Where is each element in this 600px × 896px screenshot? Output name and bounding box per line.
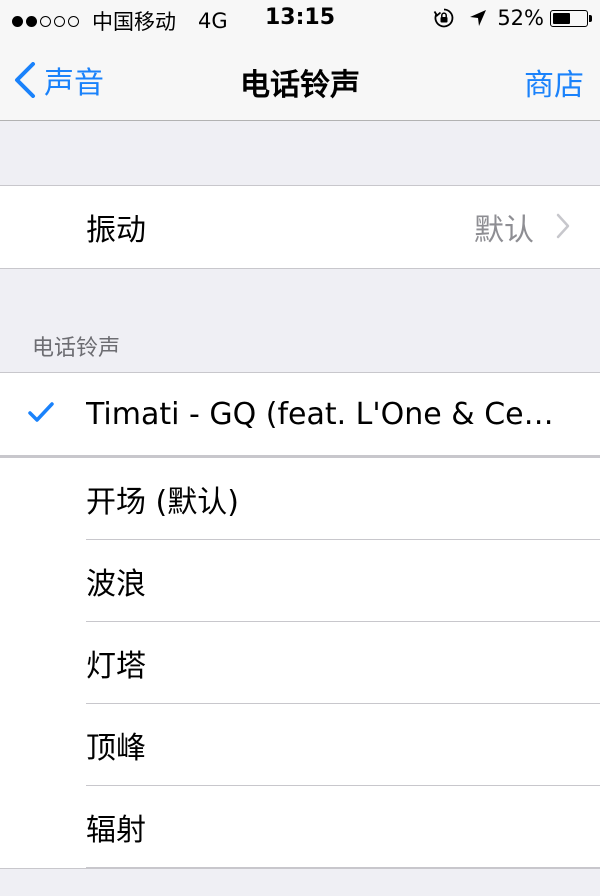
vibration-row[interactable]: 振动 默认 xyxy=(0,186,600,268)
vibration-value: 默认 xyxy=(474,213,534,248)
ringtone-label: 开场 (默认) xyxy=(86,485,239,520)
selected-ringtone-row[interactable]: Timati - GQ (feat. L'One & Серг... xyxy=(0,373,600,455)
header: 中国移动 4G 13:15 52% 声音 电话铃声 商店 xyxy=(0,0,600,121)
ringtone-label: 灯塔 xyxy=(86,649,146,684)
vibration-label: 振动 xyxy=(86,213,146,248)
battery-icon xyxy=(550,9,592,27)
ringtone-screen: 中国移动 4G 13:15 52% 声音 电话铃声 商店 振动 默认 电话铃声 … xyxy=(0,0,600,896)
ringtone-row[interactable]: 灯塔 xyxy=(0,622,600,704)
orientation-lock-icon xyxy=(433,7,455,29)
battery-level xyxy=(553,12,570,24)
navigation-bar: 声音 电话铃声 商店 xyxy=(0,38,600,120)
ringtone-label: 顶峰 xyxy=(86,731,146,766)
ringtone-row[interactable]: 波浪 xyxy=(0,540,600,622)
selected-ringtone-group: Timati - GQ (feat. L'One & Серг... xyxy=(0,372,600,458)
status-right: 52% xyxy=(433,6,592,30)
battery-tip xyxy=(589,14,592,22)
ringtone-row[interactable]: 顶峰 xyxy=(0,704,600,786)
checkmark-icon xyxy=(28,401,54,427)
selected-ringtone-label: Timati - GQ (feat. L'One & Серг... xyxy=(86,396,566,432)
ringtone-row[interactable]: 辐射 xyxy=(0,786,600,868)
vibration-group: 振动 默认 xyxy=(0,185,600,269)
ringtone-label: 波浪 xyxy=(86,567,146,602)
chevron-right-icon xyxy=(556,213,570,243)
row-separator xyxy=(86,867,600,868)
page-title: 电话铃声 xyxy=(240,68,360,103)
battery-percent: 52% xyxy=(497,6,544,30)
ringtone-section-header: 电话铃声 xyxy=(32,336,121,361)
ringtone-label: 辐射 xyxy=(86,813,146,848)
ringtone-row[interactable]: 开场 (默认) xyxy=(0,458,600,540)
location-arrow-icon xyxy=(469,9,487,27)
status-bar: 中国移动 4G 13:15 52% xyxy=(0,0,600,38)
store-button[interactable]: 商店 xyxy=(524,60,584,104)
ringtone-list: 开场 (默认) 波浪灯塔顶峰辐射 xyxy=(0,458,600,869)
